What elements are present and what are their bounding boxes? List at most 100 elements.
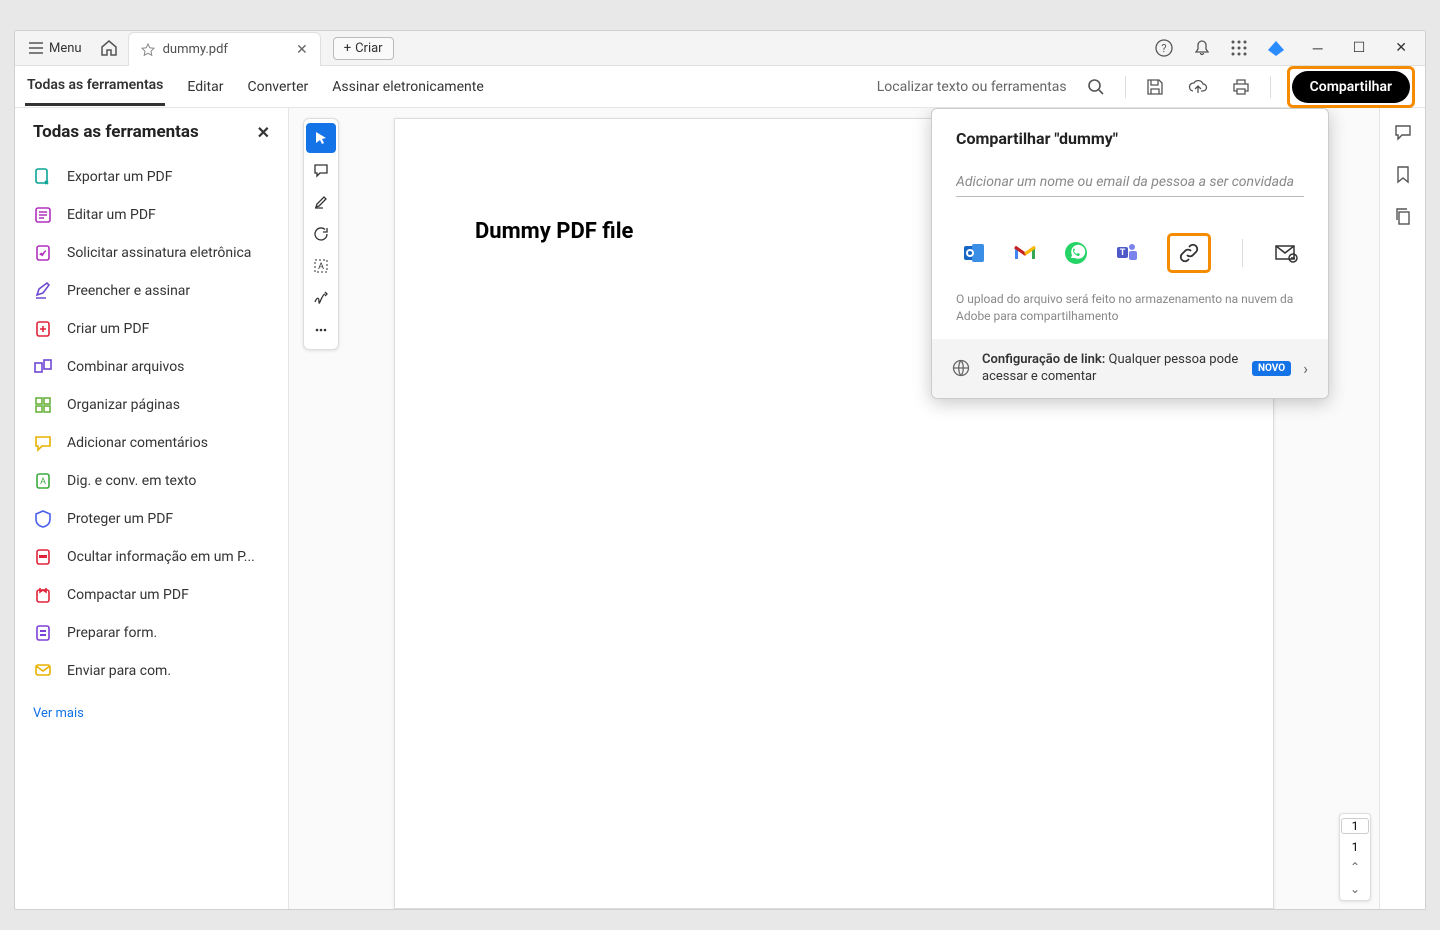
tool-icon <box>33 281 53 301</box>
document-tab[interactable]: dummy.pdf ✕ <box>128 32 321 66</box>
rail-comments-button[interactable] <box>1393 122 1413 142</box>
menu-label: Menu <box>49 41 82 56</box>
share-button[interactable]: Compartilhar <box>1292 71 1410 103</box>
share-app-row: T <box>956 233 1304 273</box>
divider <box>1270 76 1271 98</box>
rail-copy-button[interactable] <box>1393 206 1413 226</box>
document-viewport[interactable]: A Dummy PDF file Compartilhar "dummy" T <box>289 108 1379 909</box>
tool-label: Solicitar assinatura eletrônica <box>67 245 251 261</box>
tool-label: Adicionar comentários <box>67 435 208 451</box>
search-button[interactable] <box>1083 74 1109 100</box>
help-icon: ? <box>1155 39 1173 57</box>
main-toolbar: Todas as ferramentas Editar Converter As… <box>15 66 1425 108</box>
tool-icon <box>33 395 53 415</box>
home-button[interactable] <box>94 33 124 63</box>
share-outlook-button[interactable] <box>962 241 986 265</box>
tool-icon <box>33 243 53 263</box>
sidebar-tool-item[interactable]: Adicionar comentários <box>33 424 270 462</box>
pencil-icon <box>313 194 329 210</box>
sidebar-close-button[interactable]: ✕ <box>257 123 270 142</box>
gmail-icon <box>1013 241 1037 265</box>
tool-label: Preparar form. <box>67 625 157 641</box>
sidebar-tool-item[interactable]: Solicitar assinatura eletrônica <box>33 234 270 272</box>
teams-icon: T <box>1115 241 1139 265</box>
share-email-attach-button[interactable] <box>1274 241 1298 265</box>
cloud-upload-button[interactable] <box>1184 74 1212 100</box>
eraser-tool[interactable] <box>306 219 336 249</box>
share-upload-note: O upload do arquivo será feito no armaze… <box>956 291 1304 325</box>
cloud-upload-icon <box>1188 78 1208 96</box>
sidebar-tool-item[interactable]: Enviar para com. <box>33 652 270 690</box>
notifications-button[interactable] <box>1185 33 1219 63</box>
sidebar-tool-item[interactable]: Preencher e assinar <box>33 272 270 310</box>
comment-tool[interactable] <box>306 155 336 185</box>
help-button[interactable]: ? <box>1147 33 1181 63</box>
sidebar-tool-item[interactable]: Criar um PDF <box>33 310 270 348</box>
share-popover: Compartilhar "dummy" T O upload do arqui… <box>931 108 1329 399</box>
sidebar-tool-item[interactable]: Preparar form. <box>33 614 270 652</box>
tool-icon <box>33 357 53 377</box>
comment-icon <box>313 162 329 178</box>
apps-grid-button[interactable] <box>1223 34 1255 62</box>
bell-icon <box>1193 39 1211 57</box>
share-button-highlight: Compartilhar <box>1287 66 1415 108</box>
sidebar-tool-item[interactable]: Combinar arquivos <box>33 348 270 386</box>
sidebar-tool-item[interactable]: Editar um PDF <box>33 196 270 234</box>
see-more-link[interactable]: Ver mais <box>33 706 84 721</box>
outlook-icon <box>962 241 986 265</box>
sidebar-tool-item[interactable]: Exportar um PDF <box>33 158 270 196</box>
hamburger-icon <box>29 42 43 54</box>
account-button[interactable] <box>1259 33 1293 63</box>
minimize-button[interactable]: ─ <box>1307 36 1329 61</box>
link-config-row[interactable]: Configuração de link: Qualquer pessoa po… <box>932 339 1328 398</box>
email-attach-icon <box>1274 241 1298 265</box>
share-invite-input[interactable] <box>956 168 1304 197</box>
share-gmail-button[interactable] <box>1013 241 1037 265</box>
tab-edit[interactable]: Editar <box>185 69 225 105</box>
highlight-tool[interactable] <box>306 187 336 217</box>
page-down-button[interactable]: ⌄ <box>1350 878 1360 900</box>
share-whatsapp-button[interactable] <box>1064 241 1088 265</box>
menu-button[interactable]: Menu <box>21 37 90 60</box>
page-navigator: 1 ⌃ ⌄ <box>1339 813 1371 901</box>
create-button[interactable]: + Criar <box>333 37 394 60</box>
globe-icon <box>952 359 970 377</box>
print-button[interactable] <box>1228 74 1254 100</box>
tab-convert[interactable]: Converter <box>245 69 310 105</box>
close-window-button[interactable]: ✕ <box>1389 36 1413 61</box>
tool-icon <box>33 433 53 453</box>
share-popover-title: Compartilhar "dummy" <box>956 129 1304 148</box>
app-window: Menu dummy.pdf ✕ + Criar ? ─ ☐ ✕ <box>14 30 1426 910</box>
page-number-input[interactable] <box>1341 818 1369 834</box>
select-tool[interactable] <box>306 123 336 153</box>
body-area: Todas as ferramentas ✕ Exportar um PDFEd… <box>15 108 1425 909</box>
share-teams-button[interactable]: T <box>1115 241 1139 265</box>
text-select-tool[interactable]: A <box>306 251 336 281</box>
sidebar-tool-item[interactable]: ADig. e conv. em texto <box>33 462 270 500</box>
maximize-button[interactable]: ☐ <box>1347 36 1372 61</box>
comments-icon <box>1393 122 1413 142</box>
right-rail <box>1379 108 1425 909</box>
tab-sign[interactable]: Assinar eletronicamente <box>330 69 486 105</box>
page-total: 1 <box>1352 840 1359 854</box>
print-icon <box>1232 78 1250 96</box>
novo-badge: NOVO <box>1252 361 1291 376</box>
sidebar-tool-item[interactable]: Ocultar informação em um P... <box>33 538 270 576</box>
search-placeholder[interactable]: Localizar texto ou ferramentas <box>877 79 1067 95</box>
rail-bookmarks-button[interactable] <box>1393 164 1413 184</box>
copy-icon <box>1393 206 1413 226</box>
tab-all-tools[interactable]: Todas as ferramentas <box>25 67 165 106</box>
tool-label: Exportar um PDF <box>67 169 172 185</box>
sign-tool[interactable] <box>306 283 336 313</box>
save-button[interactable] <box>1142 74 1168 100</box>
link-config-text: Configuração de link: Qualquer pessoa po… <box>982 351 1240 386</box>
sidebar-tool-item[interactable]: Organizar páginas <box>33 386 270 424</box>
share-link-button[interactable] <box>1178 242 1200 264</box>
sidebar-tool-item[interactable]: Proteger um PDF <box>33 500 270 538</box>
cursor-icon <box>313 130 329 146</box>
page-up-button[interactable]: ⌃ <box>1350 856 1360 878</box>
tab-close-button[interactable]: ✕ <box>296 42 308 58</box>
sidebar-tool-item[interactable]: Compactar um PDF <box>33 576 270 614</box>
window-controls: ─ ☐ ✕ <box>1307 36 1413 61</box>
more-tools[interactable] <box>306 315 336 345</box>
